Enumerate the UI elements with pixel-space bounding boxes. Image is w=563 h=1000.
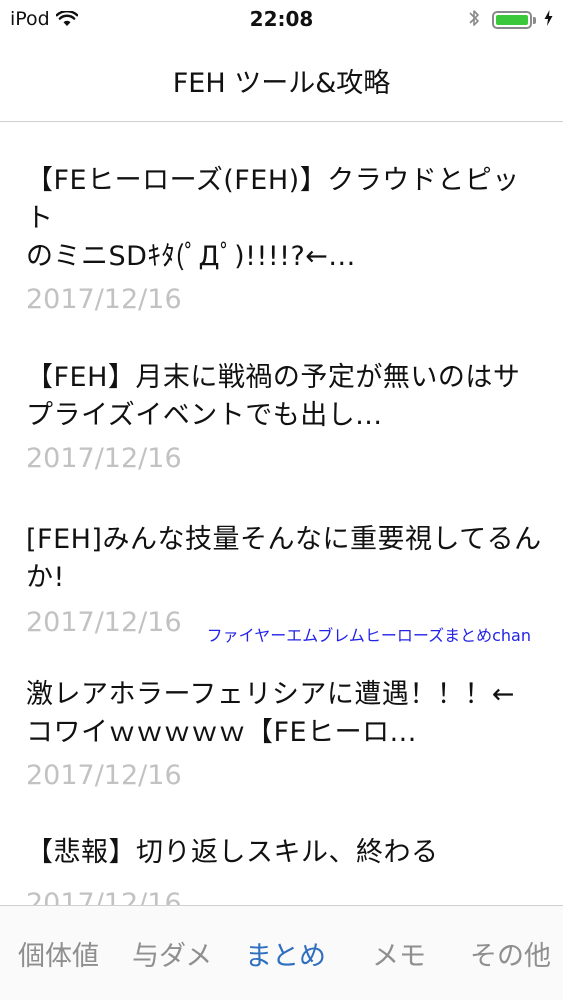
- article-title: [FEH]みんな技量そんなに重要視してるん か!: [26, 521, 547, 597]
- article-title-line: 激レアホラーフェリシアに遭遇！！！←: [26, 679, 516, 710]
- article-title-line: のミニSDｷﾀ(ﾟДﾟ)!!!!?←...: [26, 241, 356, 272]
- charging-bolt-icon: [544, 10, 553, 30]
- nav-bar: FEH ツール&攻略: [0, 40, 563, 122]
- article-date: 2017/12/16: [26, 284, 182, 315]
- nav-title: FEH ツール&攻略: [172, 68, 391, 99]
- article-item[interactable]: [FEH]みんな技量そんなに重要視してるん か! 2017/12/16 ファイヤ…: [0, 477, 563, 645]
- tab-stats[interactable]: 個体値: [18, 934, 99, 973]
- article-title: 【FEH】月末に戦禍の予定が無いのはサ プライズイベントでも出し...: [26, 359, 547, 435]
- article-item[interactable]: 激レアホラーフェリシアに遭遇！！！← コワイｗｗｗｗｗ【FEヒーロ... 201…: [0, 641, 563, 794]
- battery-cap: [533, 17, 536, 24]
- article-meta-row: 2017/12/16 ファイヤーエムブレムヒーローズまとめchan: [26, 605, 547, 645]
- article-title: 激レアホラーフェリシアに遭遇！！！← コワイｗｗｗｗｗ【FEヒーロ...: [26, 676, 547, 752]
- article-title-line: プライズイベントでも出し...: [26, 400, 383, 431]
- battery-level-fill: [496, 15, 528, 25]
- article-title-line: 【FEH】月末に戦禍の予定が無いのはサ: [26, 362, 521, 393]
- article-title-line: か!: [26, 562, 65, 593]
- tab-summary[interactable]: まとめ: [245, 934, 326, 973]
- status-bar: iPod 22:08: [0, 0, 563, 40]
- article-date: 2017/12/16: [26, 443, 182, 474]
- article-item[interactable]: 【FEヒーローズ(FEH)】クラウドとピット のミニSDｷﾀ(ﾟДﾟ)!!!!?…: [0, 123, 563, 318]
- article-date: 2017/12/16: [26, 888, 182, 905]
- tab-damage[interactable]: 与ダメ: [132, 934, 212, 973]
- article-date: 2017/12/16: [26, 760, 182, 791]
- status-right: [468, 8, 553, 32]
- battery-icon: [492, 11, 536, 29]
- article-title: 【悲報】切り返しスキル、終わる: [26, 834, 547, 872]
- tab-other[interactable]: その他: [470, 934, 551, 973]
- tab-bar: 個体値 与ダメ まとめ メモ その他: [0, 905, 563, 1000]
- article-title: 【FEヒーローズ(FEH)】クラウドとピット のミニSDｷﾀ(ﾟДﾟ)!!!!?…: [26, 162, 547, 276]
- article-title-line: [FEH]みんな技量そんなに重要視してるん: [26, 524, 542, 555]
- tab-memo[interactable]: メモ: [372, 934, 426, 973]
- article-item[interactable]: 【FEH】月末に戦禍の予定が無いのはサ プライズイベントでも出し... 2017…: [0, 318, 563, 477]
- article-item[interactable]: 【悲報】切り返しスキル、終わる 2017/12/16: [0, 794, 563, 905]
- bluetooth-icon: [468, 8, 480, 32]
- article-title-line: 【FEヒーローズ(FEH)】クラウドとピット: [26, 165, 520, 234]
- article-title-line: コワイｗｗｗｗｗ【FEヒーロ...: [26, 717, 417, 748]
- article-list[interactable]: 【FEヒーローズ(FEH)】クラウドとピット のミニSDｷﾀ(ﾟДﾟ)!!!!?…: [0, 123, 563, 905]
- article-title-line: 【悲報】切り返しスキル、終わる: [26, 837, 439, 868]
